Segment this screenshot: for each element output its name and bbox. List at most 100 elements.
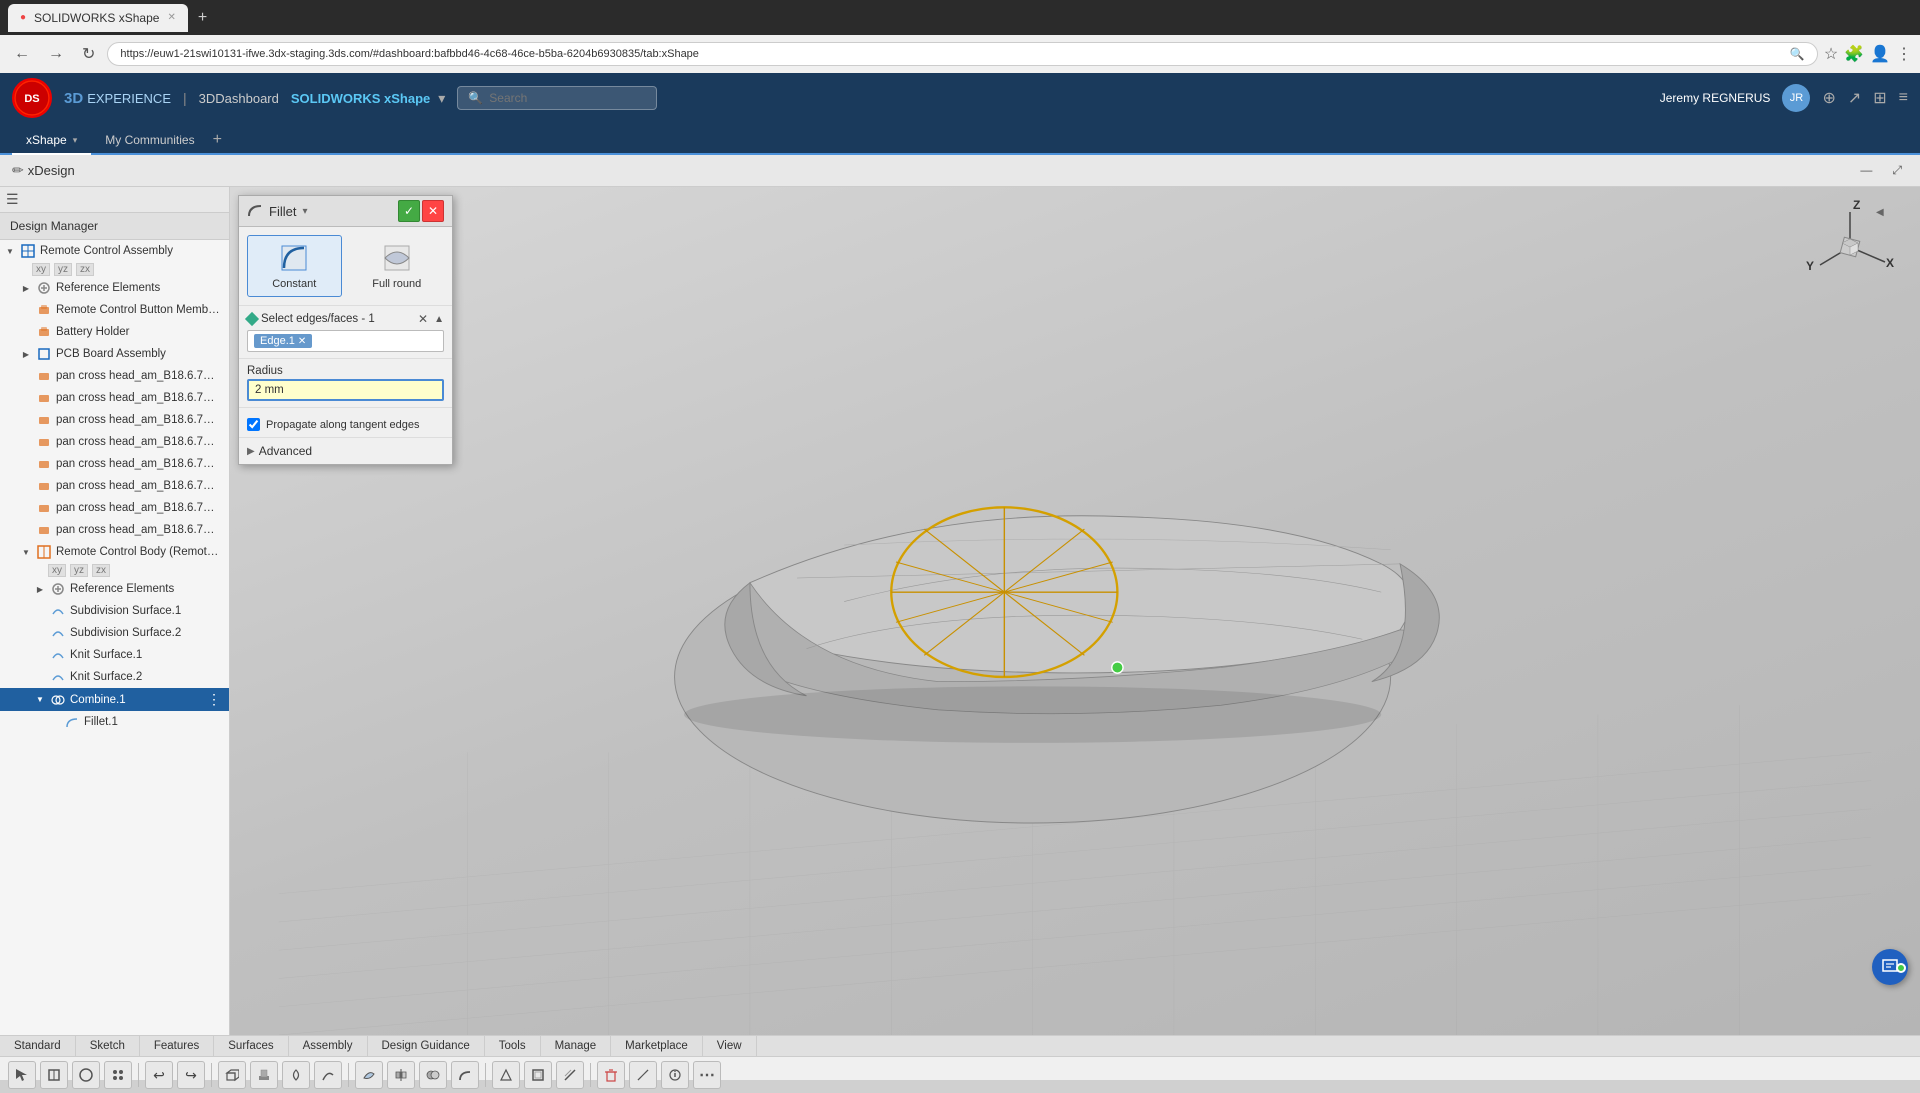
sidebar-item-combine-1[interactable]: ▼ Combine.1 ⋮ <box>0 688 229 711</box>
sidebar-item-pan8[interactable]: ▶ pan cross head_am_B18.6.7M - ... <box>0 519 229 541</box>
fillet-type-fullround-btn[interactable]: Full round <box>350 235 445 297</box>
extensions-icon[interactable]: 🧩 <box>1844 44 1864 64</box>
tool-undo-btn[interactable]: ↩ <box>145 1061 173 1089</box>
tool-shell-btn[interactable] <box>524 1061 552 1089</box>
expand-ref-1[interactable]: ▶ <box>20 282 32 294</box>
yz-btn-2[interactable]: yz <box>70 564 88 577</box>
toolbar-tab-design-guidance[interactable]: Design Guidance <box>368 1036 485 1056</box>
toolbar-tab-surfaces[interactable]: Surfaces <box>214 1036 288 1056</box>
xdesign-minimize-btn[interactable]: — <box>1854 161 1878 180</box>
xy-btn-2[interactable]: xy <box>48 564 66 577</box>
sidebar-item-remote-body[interactable]: ▼ Remote Control Body (Remote.... <box>0 541 229 563</box>
bookmark-icon[interactable]: ☆ <box>1824 44 1838 64</box>
edge-tag-remove-btn[interactable]: ✕ <box>298 336 306 347</box>
sidebar-item-fillet-1[interactable]: ▶ Fillet.1 <box>0 711 229 733</box>
zx-btn-1[interactable]: zx <box>76 263 94 276</box>
edges-collapse-btn[interactable]: ▲ <box>434 314 444 325</box>
tool-combine-btn[interactable] <box>419 1061 447 1089</box>
profile-icon[interactable]: 👤 <box>1870 44 1890 64</box>
brand-dropdown-arrow[interactable]: ▾ <box>438 90 445 107</box>
sidebar-item-knit-1[interactable]: ▶ Knit Surface.1 <box>0 644 229 666</box>
fillet-ok-btn[interactable]: ✓ <box>398 200 420 222</box>
sidebar-item-pan3[interactable]: ▶ pan cross head_am_B18.6.7M - ... <box>0 409 229 431</box>
header-icon-3[interactable]: ⊞ <box>1873 88 1886 108</box>
sidebar-item-pcb[interactable]: ▶ PCB Board Assembly <box>0 343 229 365</box>
tool-draft-btn[interactable] <box>492 1061 520 1089</box>
expand-icon-assembly[interactable]: ▼ <box>4 245 16 257</box>
sidebar-item-pan1[interactable]: ▶ pan cross head_am_B18.6.7M - ... <box>0 365 229 387</box>
tool-feature-btn[interactable] <box>40 1061 68 1089</box>
tool-measure-btn[interactable] <box>629 1061 657 1089</box>
expand-button-membrane[interactable]: ▶ <box>20 304 32 316</box>
sidebar-item-subdivision-1[interactable]: ▶ Subdivision Surface.1 <box>0 600 229 622</box>
back-btn[interactable]: ← <box>8 41 36 67</box>
xshape-tab-arrow[interactable]: ▾ <box>73 135 78 146</box>
toolbar-tab-tools[interactable]: Tools <box>485 1036 541 1056</box>
sidebar-item-remote-assembly[interactable]: ▼ Remote Control Assembly <box>0 240 229 262</box>
toolbar-tab-sketch[interactable]: Sketch <box>76 1036 140 1056</box>
tool-extra-btn[interactable]: ⋯ <box>693 1061 721 1089</box>
sidebar-item-subdivision-2[interactable]: ▶ Subdivision Surface.2 <box>0 622 229 644</box>
sidebar-item-pan4[interactable]: ▶ pan cross head_am_B18.6.7M - ... <box>0 431 229 453</box>
user-avatar[interactable]: JR <box>1782 84 1810 112</box>
settings-icon[interactable]: ⋮ <box>1896 44 1912 64</box>
toolbar-tab-assembly[interactable]: Assembly <box>289 1036 368 1056</box>
new-tab-btn[interactable]: + <box>198 9 207 27</box>
tool-redo-btn[interactable]: ↪ <box>177 1061 205 1089</box>
propagate-checkbox[interactable] <box>247 418 260 431</box>
tool-ribrib-btn[interactable] <box>556 1061 584 1089</box>
yz-btn-1[interactable]: yz <box>54 263 72 276</box>
communities-tab[interactable]: My Communities <box>91 127 208 155</box>
tool-extrude-btn[interactable] <box>250 1061 278 1089</box>
sidebar-item-pan2[interactable]: ▶ pan cross head_am_B18.6.7M - ... <box>0 387 229 409</box>
zx-btn-2[interactable]: zx <box>92 564 110 577</box>
combine-1-menu[interactable]: ⋮ <box>207 691 221 708</box>
tool-properties-btn[interactable] <box>661 1061 689 1089</box>
expand-remote-body[interactable]: ▼ <box>20 546 32 558</box>
edges-clear-btn[interactable]: ✕ <box>418 312 428 326</box>
viewport[interactable]: Z X Y ◀ <box>230 187 1920 1035</box>
tool-sketch-btn[interactable] <box>72 1061 100 1089</box>
toolbar-tab-view[interactable]: View <box>703 1036 757 1056</box>
active-tab[interactable]: ● SOLIDWORKS xShape ✕ <box>8 4 188 32</box>
xshape-tab[interactable]: xShape ▾ <box>12 127 91 155</box>
sidebar-item-ref-1[interactable]: ▶ Reference Elements <box>0 277 229 299</box>
tool-pattern-btn[interactable] <box>104 1061 132 1089</box>
sidebar-item-pan5[interactable]: ▶ pan cross head_am_B18.6.7M - ... <box>0 453 229 475</box>
fillet-type-constant-btn[interactable]: Constant <box>247 235 342 297</box>
header-icon-2[interactable]: ↗ <box>1848 88 1861 108</box>
edge-input-field[interactable]: Edge.1 ✕ <box>247 330 444 352</box>
forward-btn[interactable]: → <box>42 41 70 67</box>
tool-mirror-btn[interactable] <box>387 1061 415 1089</box>
tab-close-btn[interactable]: ✕ <box>167 12 175 23</box>
sidebar-item-ref-2[interactable]: ▶ Reference Elements <box>0 578 229 600</box>
toolbar-tab-standard[interactable]: Standard <box>0 1036 76 1056</box>
tool-fillet-btn[interactable] <box>451 1061 479 1089</box>
expand-combine[interactable]: ▼ <box>34 694 46 706</box>
fillet-cancel-btn[interactable]: ✕ <box>422 200 444 222</box>
toolbar-tab-marketplace[interactable]: Marketplace <box>611 1036 703 1056</box>
header-search[interactable]: 🔍 <box>457 86 657 110</box>
advanced-row[interactable]: ▶ Advanced <box>239 438 452 464</box>
sidebar-item-pan6[interactable]: ▶ pan cross head_am_B18.6.7M - ... <box>0 475 229 497</box>
xy-btn-1[interactable]: xy <box>32 263 50 276</box>
expand-ref-2[interactable]: ▶ <box>34 583 46 595</box>
add-tab-btn[interactable]: + <box>209 127 226 153</box>
tool-surface-btn[interactable] <box>355 1061 383 1089</box>
fillet-dropdown-arrow[interactable]: ▾ <box>302 206 307 217</box>
sidebar-item-knit-2[interactable]: ▶ Knit Surface.2 <box>0 666 229 688</box>
header-icon-4[interactable]: ≡ <box>1899 89 1908 107</box>
header-icon-1[interactable]: ⊕ <box>1822 88 1835 108</box>
address-bar[interactable]: https://euw1-21swi10131-ifwe.3dx-staging… <box>107 42 1817 66</box>
tool-revolve-btn[interactable] <box>282 1061 310 1089</box>
expand-battery[interactable]: ▶ <box>20 326 32 338</box>
sidebar-item-button-membrane[interactable]: ▶ Remote Control Button Membra... <box>0 299 229 321</box>
toolbar-tab-features[interactable]: Features <box>140 1036 214 1056</box>
tool-select-btn[interactable] <box>8 1061 36 1089</box>
expand-pcb[interactable]: ▶ <box>20 348 32 360</box>
tool-cube-btn[interactable] <box>218 1061 246 1089</box>
search-input[interactable] <box>489 91 646 105</box>
radius-input[interactable] <box>247 379 444 401</box>
reload-btn[interactable]: ↻ <box>76 40 101 68</box>
sidebar-icon-1[interactable]: ☰ <box>6 191 19 208</box>
